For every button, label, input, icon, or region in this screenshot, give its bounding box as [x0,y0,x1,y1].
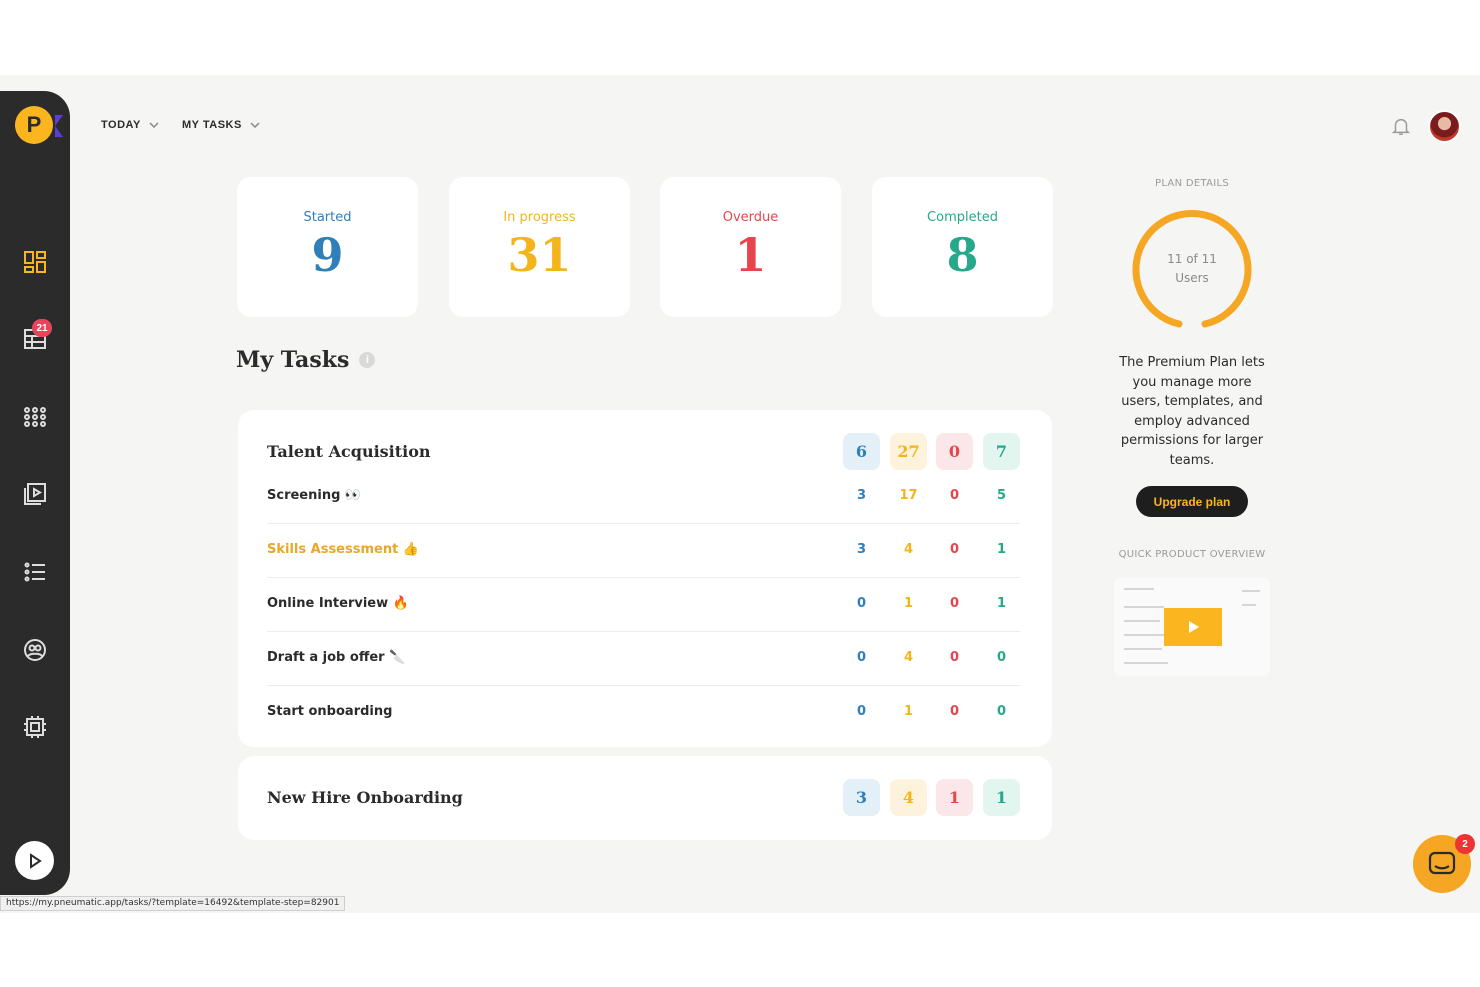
count-overdue: 0 [949,488,960,503]
stat-label: Started [303,210,352,225]
total-in-progress-badge[interactable]: 27 [890,433,927,470]
total-completed-badge[interactable]: 1 [983,779,1020,816]
count-in-progress: 1 [903,596,914,611]
tasks-badge: 21 [32,319,52,337]
stat-value: 8 [946,228,979,282]
table-row[interactable]: Draft a job offer 🔪 0 4 0 0 [267,632,1020,686]
total-overdue-badge[interactable]: 1 [936,779,973,816]
stat-value: 1 [734,228,767,282]
total-in-progress-badge[interactable]: 4 [890,779,927,816]
stat-label: In progress [503,210,576,225]
info-icon[interactable]: i [359,352,376,368]
today-dropdown[interactable]: TODAY [101,119,159,131]
total-overdue-badge[interactable]: 0 [936,433,973,470]
count-started: 0 [856,650,867,665]
play-icon[interactable] [1164,608,1222,646]
count-in-progress: 4 [903,650,914,665]
count-completed: 1 [996,542,1007,557]
integrations-icon[interactable] [20,712,50,742]
table-row[interactable]: Skills Assessment 👍 3 4 0 1 [267,524,1020,578]
stat-card-completed[interactable]: Completed 8 [872,177,1053,317]
status-bar-url: https://my.pneumatic.app/tasks/?template… [0,896,346,911]
chat-icon [1428,851,1456,875]
my-tasks-title: My Tasks [236,347,350,373]
workflows-icon[interactable] [20,479,50,509]
stat-label: Completed [927,210,998,225]
upgrade-plan-button[interactable]: Upgrade plan [1136,486,1248,517]
count-overdue: 0 [949,542,960,557]
table-row[interactable]: Online Interview 🔥 0 1 0 1 [267,578,1020,632]
logo[interactable]: P [15,106,53,144]
template-card-talent-acquisition: Talent Acquisition 6 27 0 7 Screening 👀 … [238,410,1052,747]
plan-details-heading: PLAN DETAILS [1155,178,1229,189]
product-overview-video[interactable] [1114,578,1270,676]
step-name[interactable]: Draft a job offer 🔪 [267,650,405,665]
step-name[interactable]: Skills Assessment 👍 [267,542,419,557]
app-window: P 21 TODAY MY TASKS Started 9 In progres… [0,75,1480,913]
count-overdue: 0 [949,704,960,719]
stat-card-in-progress[interactable]: In progress 31 [449,177,630,317]
table-row[interactable]: Start onboarding 0 1 0 0 [267,686,1020,740]
stat-value: 31 [507,228,572,282]
bell-icon[interactable] [1390,115,1412,142]
quick-overview-heading: QUICK PRODUCT OVERVIEW [1118,549,1266,560]
today-label: TODAY [101,119,141,131]
template-card-new-hire-onboarding[interactable]: New Hire Onboarding 3 4 1 1 [238,756,1052,840]
my-tasks-label: MY TASKS [182,119,242,131]
chat-badge: 2 [1455,834,1475,854]
stat-label: Overdue [722,210,779,225]
count-overdue: 0 [949,596,960,611]
count-completed: 0 [996,650,1007,665]
chevron-down-icon [149,122,159,128]
count-completed: 0 [996,704,1007,719]
step-name[interactable]: Online Interview 🔥 [267,596,409,611]
total-started-badge[interactable]: 6 [843,433,880,470]
template-title[interactable]: New Hire Onboarding [267,788,463,807]
total-started-badge[interactable]: 3 [843,779,880,816]
count-started: 0 [856,596,867,611]
team-icon[interactable] [20,635,50,665]
count-overdue: 0 [949,650,960,665]
count-in-progress: 17 [899,488,918,503]
templates-icon[interactable] [20,402,50,432]
sidebar: P 21 [0,91,70,895]
template-title[interactable]: Talent Acquisition [267,442,431,461]
count-started: 3 [856,488,867,503]
stat-card-started[interactable]: Started 9 [237,177,418,317]
logo-flag-icon [55,115,63,137]
users-count: 11 of 11 Users [1132,250,1252,288]
avatar[interactable] [1428,110,1461,143]
dashboard-icon[interactable] [20,247,50,277]
users-count-line1: 11 of 11 [1167,252,1217,266]
table-row[interactable]: Screening 👀 3 17 0 5 [267,470,1020,524]
count-started: 0 [856,704,867,719]
list-icon[interactable] [20,557,50,587]
stat-value: 9 [311,228,344,282]
count-completed: 5 [996,488,1007,503]
total-completed-badge[interactable]: 7 [983,433,1020,470]
users-count-line2: Users [1175,271,1209,285]
count-completed: 1 [996,596,1007,611]
step-name[interactable]: Start onboarding [267,704,392,719]
count-in-progress: 4 [903,542,914,557]
count-in-progress: 1 [903,704,914,719]
page-title: My Tasks i [236,347,376,373]
step-name[interactable]: Screening 👀 [267,488,361,503]
chevron-down-icon [250,122,260,128]
my-tasks-dropdown[interactable]: MY TASKS [182,119,260,131]
run-workflow-button[interactable] [15,841,54,880]
stat-card-overdue[interactable]: Overdue 1 [660,177,841,317]
count-started: 3 [856,542,867,557]
plan-description: The Premium Plan lets you manage more us… [1119,355,1265,468]
